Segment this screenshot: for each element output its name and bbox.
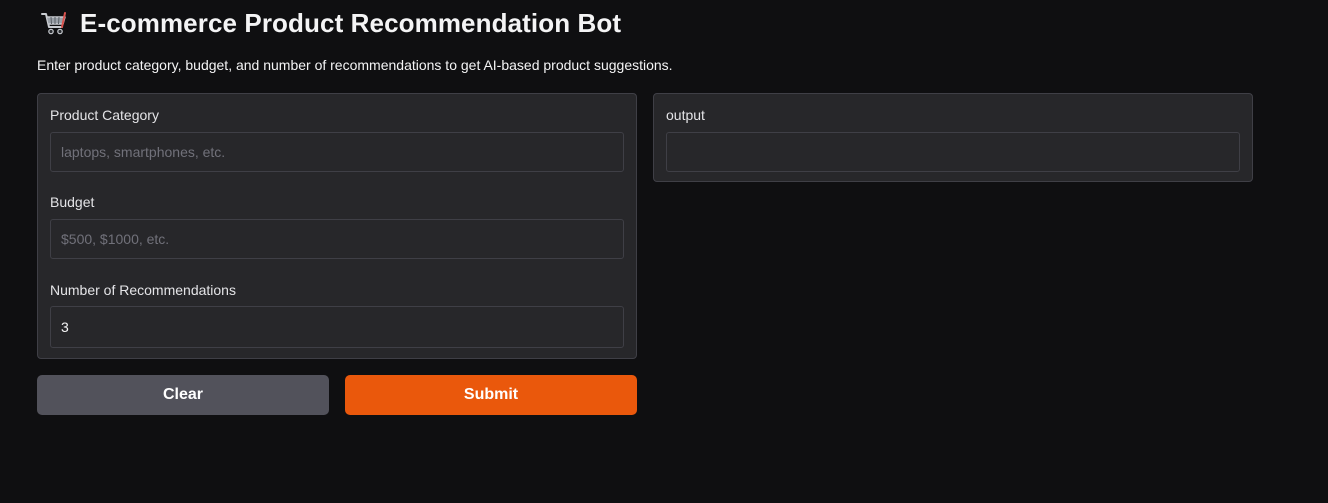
output-textbox[interactable]	[666, 132, 1240, 172]
page-title: E-commerce Product Recommendation Bot	[80, 7, 622, 38]
submit-button[interactable]: Submit	[345, 375, 637, 415]
num-recommendations-label: Number of Recommendations	[50, 282, 236, 298]
page-description: Enter product category, budget, and numb…	[37, 57, 673, 73]
budget-label: Budget	[50, 194, 95, 210]
output-label: output	[666, 107, 705, 123]
num-recommendations-input[interactable]	[50, 306, 624, 348]
output-panel: output	[653, 93, 1253, 182]
inputs-panel: Product Category Budget Number of Recomm…	[37, 93, 637, 359]
product-category-input[interactable]	[50, 132, 624, 172]
shopping-cart-icon	[40, 9, 68, 37]
budget-input[interactable]	[50, 219, 624, 259]
product-category-label: Product Category	[50, 107, 159, 123]
clear-button[interactable]: Clear	[37, 375, 329, 415]
header: E-commerce Product Recommendation Bot	[40, 6, 621, 40]
app-root: E-commerce Product Recommendation Bot En…	[0, 0, 1328, 503]
